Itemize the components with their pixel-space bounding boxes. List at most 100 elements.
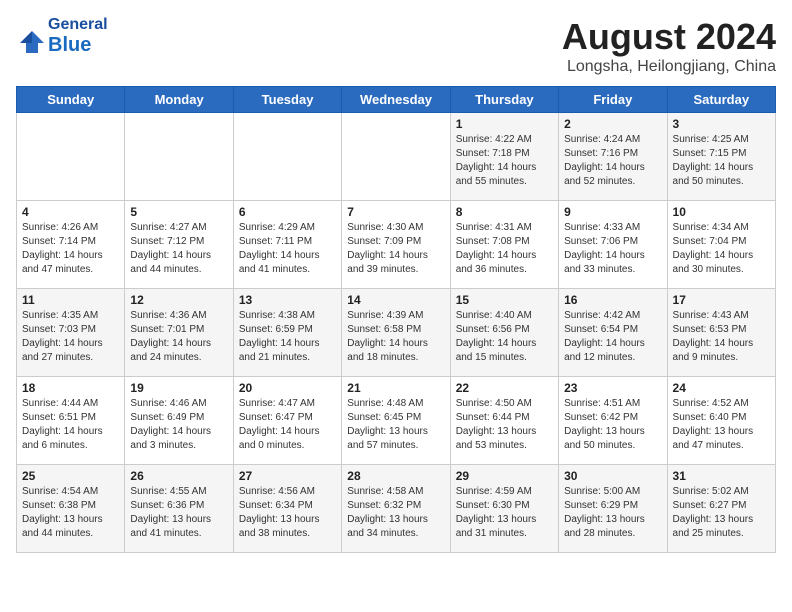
day-info: Sunrise: 5:02 AM Sunset: 6:27 PM Dayligh… bbox=[673, 485, 770, 541]
day-info: Sunrise: 4:51 AM Sunset: 6:42 PM Dayligh… bbox=[564, 397, 661, 453]
calendar-cell bbox=[342, 113, 450, 201]
day-info: Sunrise: 4:47 AM Sunset: 6:47 PM Dayligh… bbox=[239, 397, 336, 453]
day-number: 5 bbox=[130, 205, 227, 219]
day-number: 30 bbox=[564, 469, 661, 483]
month-title: August 2024 bbox=[562, 16, 776, 58]
calendar-table: SundayMondayTuesdayWednesdayThursdayFrid… bbox=[16, 86, 776, 553]
calendar-cell: 6 Sunrise: 4:29 AM Sunset: 7:11 PM Daylig… bbox=[233, 201, 341, 289]
calendar-cell: 10 Sunrise: 4:34 AM Sunset: 7:04 PM Dayli… bbox=[667, 201, 775, 289]
day-number: 2 bbox=[564, 117, 661, 131]
day-info: Sunrise: 4:25 AM Sunset: 7:15 PM Dayligh… bbox=[673, 133, 770, 189]
day-info: Sunrise: 4:56 AM Sunset: 6:34 PM Dayligh… bbox=[239, 485, 336, 541]
calendar-cell: 13 Sunrise: 4:38 AM Sunset: 6:59 PM Dayli… bbox=[233, 289, 341, 377]
calendar-cell: 15Sunrise: 4:40 AM Sunset: 6:56 PM Dayli… bbox=[450, 289, 558, 377]
weekday-header-saturday: Saturday bbox=[667, 87, 775, 113]
day-info: Sunrise: 4:43 AM Sunset: 6:53 PM Dayligh… bbox=[673, 309, 770, 365]
weekday-header-wednesday: Wednesday bbox=[342, 87, 450, 113]
day-number: 31 bbox=[673, 469, 770, 483]
day-info: Sunrise: 4:55 AM Sunset: 6:36 PM Dayligh… bbox=[130, 485, 227, 541]
day-number: 4 bbox=[22, 205, 119, 219]
day-info: Sunrise: 4:33 AM Sunset: 7:06 PM Dayligh… bbox=[564, 221, 661, 277]
location-title: Longsha, Heilongjiang, China bbox=[562, 58, 776, 76]
day-info: Sunrise: 4:34 AM Sunset: 7:04 PM Dayligh… bbox=[673, 221, 770, 277]
calendar-week-5: 25Sunrise: 4:54 AM Sunset: 6:38 PM Dayli… bbox=[17, 465, 776, 553]
day-number: 24 bbox=[673, 381, 770, 395]
day-info: Sunrise: 4:46 AM Sunset: 6:49 PM Dayligh… bbox=[130, 397, 227, 453]
logo-general-text: General bbox=[48, 16, 108, 34]
calendar-week-3: 11 Sunrise: 4:35 AM Sunset: 7:03 PM Dayli… bbox=[17, 289, 776, 377]
day-number: 27 bbox=[239, 469, 336, 483]
day-info: Sunrise: 4:48 AM Sunset: 6:45 PM Dayligh… bbox=[347, 397, 444, 453]
day-number: 29 bbox=[456, 469, 553, 483]
day-number: 6 bbox=[239, 205, 336, 219]
calendar-cell: 28 Sunrise: 4:58 AM Sunset: 6:32 PM Dayli… bbox=[342, 465, 450, 553]
calendar-cell: 4 Sunrise: 4:26 AM Sunset: 7:14 PM Daylig… bbox=[17, 201, 125, 289]
calendar-cell: 3 Sunrise: 4:25 AM Sunset: 7:15 PM Daylig… bbox=[667, 113, 775, 201]
day-info: Sunrise: 4:24 AM Sunset: 7:16 PM Dayligh… bbox=[564, 133, 661, 189]
day-number: 16 bbox=[564, 293, 661, 307]
logo-icon bbox=[16, 27, 44, 47]
day-info: Sunrise: 4:26 AM Sunset: 7:14 PM Dayligh… bbox=[22, 221, 119, 277]
day-info: Sunrise: 4:29 AM Sunset: 7:11 PM Dayligh… bbox=[239, 221, 336, 277]
calendar-cell: 29Sunrise: 4:59 AM Sunset: 6:30 PM Dayli… bbox=[450, 465, 558, 553]
calendar-cell: 20 Sunrise: 4:47 AM Sunset: 6:47 PM Dayli… bbox=[233, 377, 341, 465]
day-info: Sunrise: 4:35 AM Sunset: 7:03 PM Dayligh… bbox=[22, 309, 119, 365]
day-number: 15 bbox=[456, 293, 553, 307]
weekday-header-sunday: Sunday bbox=[17, 87, 125, 113]
calendar-cell bbox=[17, 113, 125, 201]
day-number: 23 bbox=[564, 381, 661, 395]
calendar-cell: 12Sunrise: 4:36 AM Sunset: 7:01 PM Dayli… bbox=[125, 289, 233, 377]
calendar-cell: 27 Sunrise: 4:56 AM Sunset: 6:34 PM Dayli… bbox=[233, 465, 341, 553]
logo-text: General Blue bbox=[48, 16, 108, 57]
calendar-cell: 14Sunrise: 4:39 AM Sunset: 6:58 PM Dayli… bbox=[342, 289, 450, 377]
logo-blue-text: Blue bbox=[48, 34, 108, 57]
day-info: Sunrise: 4:50 AM Sunset: 6:44 PM Dayligh… bbox=[456, 397, 553, 453]
day-number: 21 bbox=[347, 381, 444, 395]
calendar-cell: 23 Sunrise: 4:51 AM Sunset: 6:42 PM Dayli… bbox=[559, 377, 667, 465]
page-header: General Blue August 2024 Longsha, Heilon… bbox=[16, 16, 776, 76]
day-info: Sunrise: 4:58 AM Sunset: 6:32 PM Dayligh… bbox=[347, 485, 444, 541]
day-number: 13 bbox=[239, 293, 336, 307]
day-info: Sunrise: 4:30 AM Sunset: 7:09 PM Dayligh… bbox=[347, 221, 444, 277]
day-info: Sunrise: 4:38 AM Sunset: 6:59 PM Dayligh… bbox=[239, 309, 336, 365]
day-number: 28 bbox=[347, 469, 444, 483]
calendar-cell: 2 Sunrise: 4:24 AM Sunset: 7:16 PM Daylig… bbox=[559, 113, 667, 201]
calendar-cell: 7Sunrise: 4:30 AM Sunset: 7:09 PM Daylig… bbox=[342, 201, 450, 289]
day-number: 18 bbox=[22, 381, 119, 395]
calendar-cell: 21 Sunrise: 4:48 AM Sunset: 6:45 PM Dayli… bbox=[342, 377, 450, 465]
calendar-cell: 16Sunrise: 4:42 AM Sunset: 6:54 PM Dayli… bbox=[559, 289, 667, 377]
day-info: Sunrise: 4:22 AM Sunset: 7:18 PM Dayligh… bbox=[456, 133, 553, 189]
calendar-cell bbox=[233, 113, 341, 201]
day-number: 20 bbox=[239, 381, 336, 395]
calendar-cell: 5 Sunrise: 4:27 AM Sunset: 7:12 PM Daylig… bbox=[125, 201, 233, 289]
day-number: 19 bbox=[130, 381, 227, 395]
day-number: 1 bbox=[456, 117, 553, 131]
calendar-week-4: 18Sunrise: 4:44 AM Sunset: 6:51 PM Dayli… bbox=[17, 377, 776, 465]
day-number: 14 bbox=[347, 293, 444, 307]
title-block: August 2024 Longsha, Heilongjiang, China bbox=[562, 16, 776, 76]
calendar-week-2: 4 Sunrise: 4:26 AM Sunset: 7:14 PM Daylig… bbox=[17, 201, 776, 289]
calendar-week-1: 1 Sunrise: 4:22 AM Sunset: 7:18 PM Daylig… bbox=[17, 113, 776, 201]
day-info: Sunrise: 4:27 AM Sunset: 7:12 PM Dayligh… bbox=[130, 221, 227, 277]
calendar-body: 1 Sunrise: 4:22 AM Sunset: 7:18 PM Daylig… bbox=[17, 113, 776, 553]
day-number: 3 bbox=[673, 117, 770, 131]
logo: General Blue bbox=[16, 16, 108, 57]
day-number: 11 bbox=[22, 293, 119, 307]
day-info: Sunrise: 4:31 AM Sunset: 7:08 PM Dayligh… bbox=[456, 221, 553, 277]
day-info: Sunrise: 4:52 AM Sunset: 6:40 PM Dayligh… bbox=[673, 397, 770, 453]
day-info: Sunrise: 4:36 AM Sunset: 7:01 PM Dayligh… bbox=[130, 309, 227, 365]
day-info: Sunrise: 5:00 AM Sunset: 6:29 PM Dayligh… bbox=[564, 485, 661, 541]
weekday-header-row: SundayMondayTuesdayWednesdayThursdayFrid… bbox=[17, 87, 776, 113]
calendar-cell: 8Sunrise: 4:31 AM Sunset: 7:08 PM Daylig… bbox=[450, 201, 558, 289]
calendar-cell: 22Sunrise: 4:50 AM Sunset: 6:44 PM Dayli… bbox=[450, 377, 558, 465]
day-number: 10 bbox=[673, 205, 770, 219]
calendar-cell: 1 Sunrise: 4:22 AM Sunset: 7:18 PM Daylig… bbox=[450, 113, 558, 201]
calendar-cell: 18Sunrise: 4:44 AM Sunset: 6:51 PM Dayli… bbox=[17, 377, 125, 465]
day-number: 17 bbox=[673, 293, 770, 307]
weekday-header-tuesday: Tuesday bbox=[233, 87, 341, 113]
calendar-cell: 26Sunrise: 4:55 AM Sunset: 6:36 PM Dayli… bbox=[125, 465, 233, 553]
weekday-header-thursday: Thursday bbox=[450, 87, 558, 113]
calendar-cell: 9Sunrise: 4:33 AM Sunset: 7:06 PM Daylig… bbox=[559, 201, 667, 289]
weekday-header-friday: Friday bbox=[559, 87, 667, 113]
calendar-header: SundayMondayTuesdayWednesdayThursdayFrid… bbox=[17, 87, 776, 113]
